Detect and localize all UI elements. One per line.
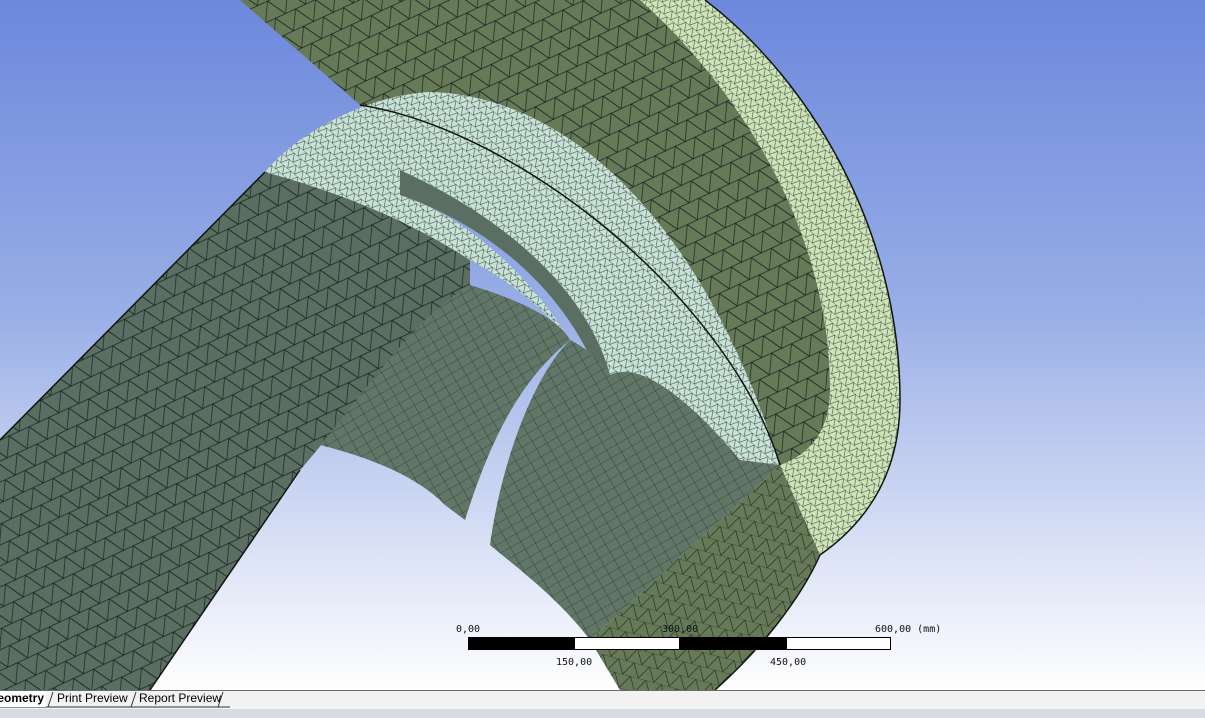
view-tab-bar: Geometry Print Preview Report Preview <box>0 690 1205 718</box>
tab-print-preview[interactable]: Print Preview <box>57 691 128 707</box>
tab-geometry[interactable]: Geometry <box>0 691 47 707</box>
graphics-viewport[interactable]: 0,00 300,00 600,00 (mm) 150,00 450,00 <box>0 0 1205 690</box>
mesh-model <box>0 0 901 690</box>
tab-report-preview[interactable]: Report Preview <box>139 691 221 707</box>
